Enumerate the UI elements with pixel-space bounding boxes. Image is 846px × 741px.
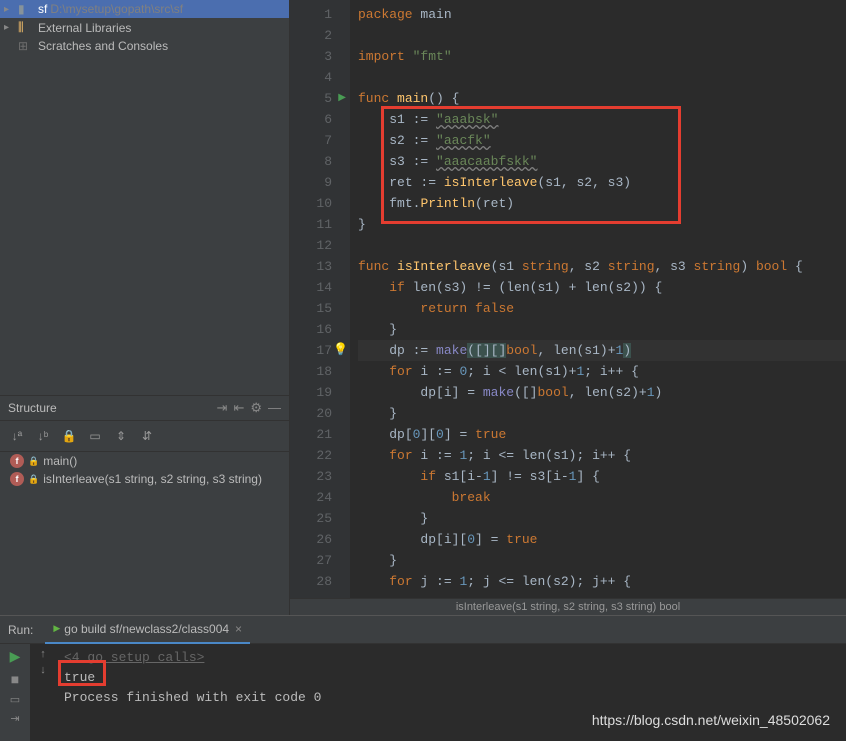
console-output: true xyxy=(64,668,838,688)
run-tab[interactable]: ▶ go build sf/newclass2/class004 × xyxy=(45,616,250,644)
gutter-line: 26 xyxy=(290,529,332,550)
run-nav: ↑ ↓ xyxy=(30,644,56,741)
code-area[interactable]: package main import "fmt" func main() { … xyxy=(350,0,846,615)
expand-icon[interactable]: ⇥ xyxy=(217,400,228,416)
tree-root[interactable]: ▸ ▮ sf D:\mysetup\gopath\src\sf xyxy=(0,0,289,18)
sort-alpha-button[interactable]: ↓ª xyxy=(6,425,28,447)
gear-icon[interactable]: ⚙ xyxy=(250,400,262,416)
run-gutter-icon[interactable]: ▶ xyxy=(338,88,346,109)
chevron-right-icon[interactable]: ▸ xyxy=(4,4,18,15)
structure-item-label: main() xyxy=(43,454,77,468)
gutter-line: 5▶ xyxy=(290,88,332,109)
structure-title: Structure xyxy=(8,401,57,415)
tree-root-name: sf xyxy=(38,2,47,16)
folder-button[interactable]: ▭ xyxy=(84,425,106,447)
gutter-line: 2 xyxy=(290,25,332,46)
gutter-line: 6 xyxy=(290,109,332,130)
gutter-line: 1 xyxy=(290,4,332,25)
tree-root-path: D:\mysetup\gopath\src\sf xyxy=(50,2,183,16)
chevron-right-icon[interactable]: ▸ xyxy=(4,22,18,33)
gutter-line: 3 xyxy=(290,46,332,67)
gutter-line: 17💡 xyxy=(290,340,332,361)
layout-button[interactable]: ▭ xyxy=(10,693,20,706)
structure-item-main[interactable]: f 🔒 main() xyxy=(0,452,289,470)
minimize-icon[interactable] xyxy=(268,400,281,416)
run-config-icon: ▶ xyxy=(53,623,60,634)
gutter-line: 20 xyxy=(290,403,332,424)
gutter-line: 4 xyxy=(290,67,332,88)
gutter-line: 14 xyxy=(290,277,332,298)
gutter-line: 7 xyxy=(290,130,332,151)
gutter-line: 21 xyxy=(290,424,332,445)
gutter-line: 12 xyxy=(290,235,332,256)
watermark: https://blog.csdn.net/weixin_48502062 xyxy=(592,712,830,728)
structure-item-isinterleave[interactable]: f 🔒 isInterleave(s1 string, s2 string, s… xyxy=(0,470,289,488)
run-toolbar: ▶ ■ ▭ ⇥ xyxy=(0,644,30,741)
tree-item-label: External Libraries xyxy=(38,21,131,35)
gutter-line: 22 xyxy=(290,445,332,466)
console-finished: Process finished with exit code 0 xyxy=(64,688,838,708)
gutter-line: 9 xyxy=(290,172,332,193)
run-header: Run: ▶ go build sf/newclass2/class004 × xyxy=(0,616,846,644)
lock-icon: 🔒 xyxy=(28,456,39,467)
close-icon[interactable]: × xyxy=(235,622,242,636)
gutter-line: 15 xyxy=(290,298,332,319)
run-label: Run: xyxy=(8,623,33,637)
gutter-line: 27 xyxy=(290,550,332,571)
gutter-line: 16 xyxy=(290,319,332,340)
tree-scratches[interactable]: ⊞ Scratches and Consoles xyxy=(0,37,289,55)
bulb-icon[interactable]: 💡 xyxy=(333,340,348,361)
gutter-line: 25 xyxy=(290,508,332,529)
filter-button[interactable]: 🔒 xyxy=(58,425,80,447)
library-icon: ⫼ xyxy=(18,20,34,35)
stop-button[interactable]: ■ xyxy=(11,671,19,687)
function-icon: f xyxy=(10,472,24,486)
editor[interactable]: 1 2 3 4 5▶ 6 7 8 9 10 11 12 13 14 15 16 … xyxy=(290,0,846,615)
structure-header: Structure ⇥ ⇤ ⚙ xyxy=(0,396,289,421)
exit-button[interactable]: ⇥ xyxy=(10,712,19,725)
tree-external-libs[interactable]: ▸ ⫼ External Libraries xyxy=(0,18,289,37)
function-icon: f xyxy=(10,454,24,468)
gutter-line: 8 xyxy=(290,151,332,172)
gutter-line: 23 xyxy=(290,466,332,487)
breadcrumb[interactable]: isInterleave(s1 string, s2 string, s3 st… xyxy=(290,598,846,615)
run-tab-label: go build sf/newclass2/class004 xyxy=(64,622,229,636)
folder-icon: ▮ xyxy=(18,2,34,16)
gutter: 1 2 3 4 5▶ 6 7 8 9 10 11 12 13 14 15 16 … xyxy=(290,0,350,615)
collapse-icon[interactable]: ⇤ xyxy=(233,400,244,416)
gutter-line: 10 xyxy=(290,193,332,214)
sort-visibility-button[interactable]: ↓ᵇ xyxy=(32,425,54,447)
gutter-line: 28 xyxy=(290,571,332,592)
structure-toolbar: ↓ª ↓ᵇ 🔒 ▭ ⇕ ⇵ xyxy=(0,421,289,452)
tree-item-label: Scratches and Consoles xyxy=(38,39,168,53)
scroll-button[interactable]: ⇕ xyxy=(110,425,132,447)
gutter-line: 18 xyxy=(290,361,332,382)
up-button[interactable]: ↑ xyxy=(40,648,46,660)
gutter-line: 19 xyxy=(290,382,332,403)
gutter-line: 13 xyxy=(290,256,332,277)
gutter-line: 24 xyxy=(290,487,332,508)
gutter-line: 11 xyxy=(290,214,332,235)
scratches-icon: ⊞ xyxy=(18,39,34,53)
structure-item-label: isInterleave(s1 string, s2 string, s3 st… xyxy=(43,472,262,486)
structure-panel: Structure ⇥ ⇤ ⚙ ↓ª ↓ᵇ 🔒 ▭ ⇕ ⇵ f 🔒 main()… xyxy=(0,395,290,615)
lock-icon: 🔒 xyxy=(28,474,39,485)
down-button[interactable]: ↓ xyxy=(40,664,46,676)
project-panel: ▸ ▮ sf D:\mysetup\gopath\src\sf ▸ ⫼ Exte… xyxy=(0,0,290,395)
rerun-button[interactable]: ▶ xyxy=(10,648,21,665)
autoscroll-button[interactable]: ⇵ xyxy=(136,425,158,447)
highlight-box xyxy=(58,660,106,686)
